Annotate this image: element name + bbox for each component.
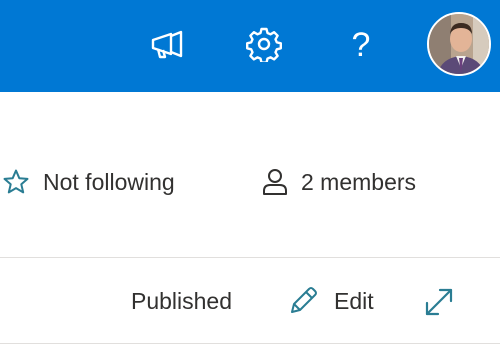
user-avatar[interactable] bbox=[427, 12, 491, 76]
pencil-icon bbox=[286, 284, 320, 318]
help-label: ? bbox=[351, 26, 371, 64]
expand-icon[interactable] bbox=[423, 286, 455, 323]
publish-status: Published bbox=[131, 288, 233, 314]
gear-icon[interactable] bbox=[244, 24, 284, 64]
follow-label: Not following bbox=[43, 168, 175, 195]
person-icon bbox=[262, 168, 288, 196]
edit-label: Edit bbox=[334, 287, 374, 314]
section-divider bbox=[0, 257, 500, 258]
help-icon[interactable]: ? bbox=[344, 26, 378, 64]
members-label: 2 members bbox=[301, 168, 417, 195]
megaphone-icon[interactable] bbox=[148, 26, 186, 64]
members-button[interactable]: 2 members bbox=[262, 168, 416, 196]
bottom-divider bbox=[0, 343, 500, 344]
follow-toggle[interactable]: Not following bbox=[2, 168, 175, 196]
suite-header-bar: ? bbox=[0, 0, 500, 92]
star-icon bbox=[2, 168, 30, 196]
edit-button[interactable]: Edit bbox=[286, 284, 374, 318]
